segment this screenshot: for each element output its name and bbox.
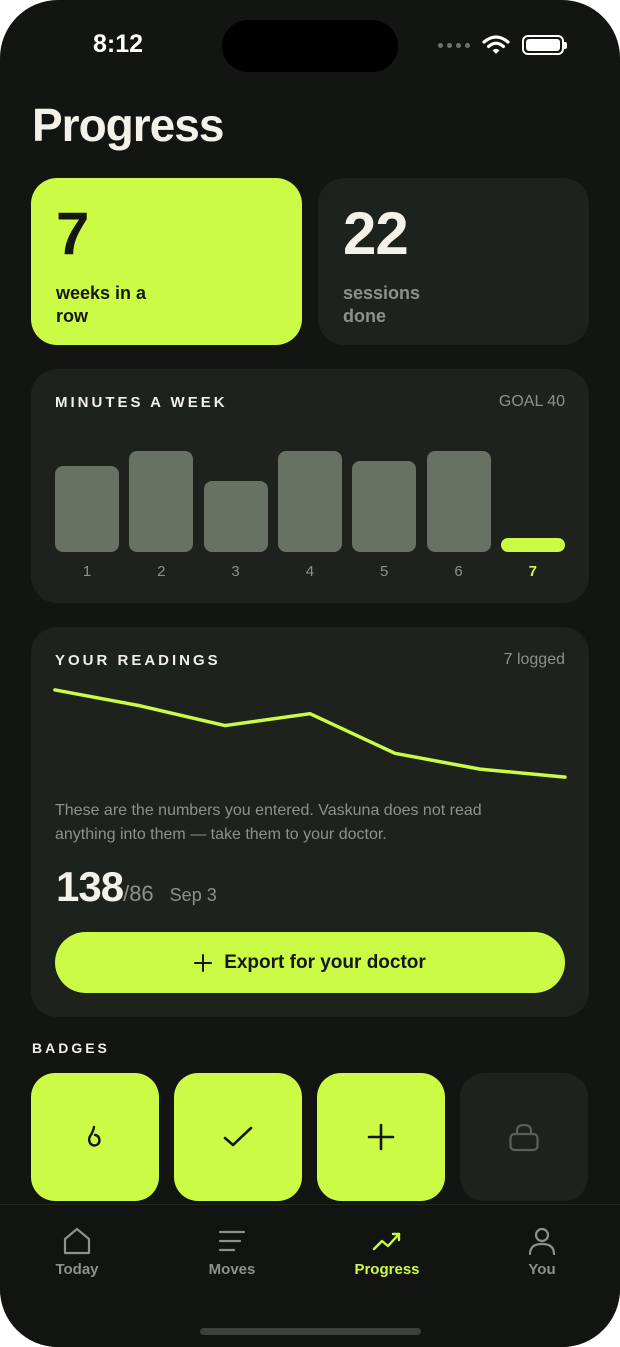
export-button[interactable]: Export for your doctor [55, 932, 565, 993]
latest-reading: 138 /86 Sep 3 [56, 863, 217, 911]
badge-drop[interactable] [31, 1073, 159, 1201]
latest-systolic: 138 [56, 863, 124, 910]
readings-line-chart [53, 688, 567, 779]
tab-bar: Today Moves Progress You [0, 1204, 620, 1347]
signal-icon [438, 42, 470, 48]
stat-card-sessions[interactable]: 22 sessions done [318, 178, 589, 345]
list-icon [218, 1230, 246, 1252]
battery-icon [522, 35, 567, 55]
stat-card-weeks[interactable]: 7 weeks in a row [31, 178, 302, 345]
bar-label: 1 [82, 563, 92, 580]
bar-label: 4 [305, 563, 315, 580]
stat-value: 7 [56, 200, 89, 267]
latest-date: Sep 3 [169, 885, 217, 905]
bar-week-1 [55, 466, 119, 552]
stat-value: 22 [343, 200, 409, 267]
badges-title: BADGES [32, 1040, 110, 1056]
bar-label: 6 [454, 563, 463, 580]
bar-week-6 [426, 451, 491, 552]
dynamic-island [222, 20, 398, 72]
minutes-bar-chart: 1 2 3 4 5 6 7 [55, 369, 565, 603]
badge-locked[interactable] [460, 1073, 588, 1201]
bar-week-7 [500, 538, 565, 552]
page-title: Progress [32, 99, 224, 151]
bar-week-3 [203, 481, 268, 552]
tab-moves[interactable]: Moves [177, 1227, 287, 1278]
bar-label: 5 [380, 563, 389, 580]
bar-label: 2 [157, 563, 166, 580]
person-icon [528, 1227, 556, 1255]
tab-progress[interactable]: Progress [332, 1227, 442, 1278]
stat-label: weeks in a row [56, 283, 147, 326]
tab-label: Moves [208, 1261, 256, 1278]
plus-icon [367, 1123, 395, 1151]
bar-label: 7 [528, 563, 537, 580]
readings-card: YOUR READINGS 7 logged These are the num… [31, 627, 589, 1017]
tab-label: Progress [354, 1261, 420, 1278]
tab-label: Today [55, 1261, 99, 1278]
tab-you[interactable]: You [487, 1227, 597, 1278]
lock-icon [509, 1123, 539, 1152]
tab-label: You [528, 1261, 556, 1278]
readings-series-line [53, 688, 567, 779]
drop-icon [87, 1125, 101, 1147]
badge-plus[interactable] [317, 1073, 445, 1201]
wifi-icon [482, 35, 510, 54]
home-icon [63, 1227, 91, 1255]
home-indicator [200, 1328, 421, 1335]
bar-label: 3 [231, 563, 240, 580]
check-icon [223, 1126, 253, 1147]
bar-week-2 [129, 451, 194, 552]
tab-today[interactable]: Today [22, 1227, 132, 1278]
phone-screen: 8:12 Progress 7 weeks in a row 22 sessio… [0, 0, 620, 1347]
trend-icon [372, 1232, 401, 1251]
bar-week-4 [277, 451, 342, 552]
stat-label: sessions done [343, 283, 421, 326]
status-icons [438, 34, 567, 56]
plus-icon [194, 953, 213, 972]
minutes-card: MINUTES A WEEK GOAL 40 1234567 [31, 369, 589, 603]
status-time: 8:12 [93, 30, 144, 58]
bar-week-5 [352, 461, 417, 552]
export-label: Export for your doctor [224, 951, 426, 973]
readings-disclaimer: These are the numbers you entered. Vasku… [55, 802, 482, 843]
latest-diastolic: /86 [123, 881, 154, 906]
badge-check[interactable] [174, 1073, 302, 1201]
